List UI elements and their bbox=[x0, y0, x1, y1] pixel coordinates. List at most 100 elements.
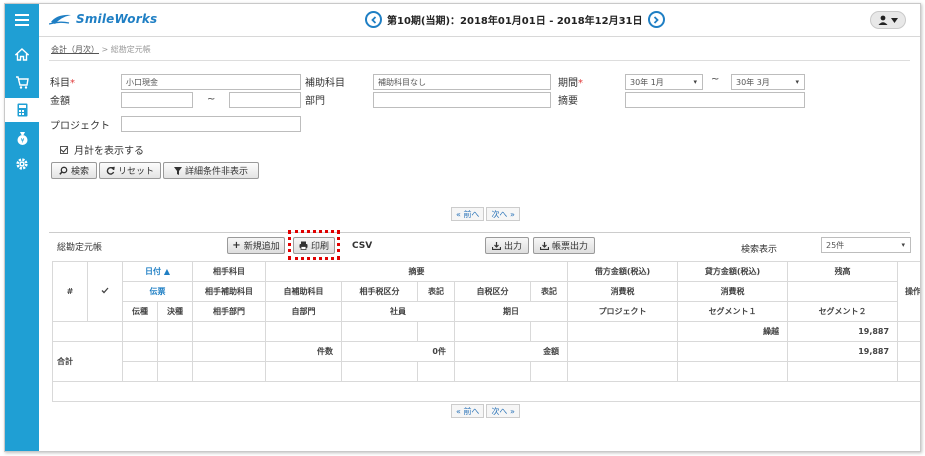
header-segment1: セグメント１ bbox=[677, 301, 789, 322]
next-page-button[interactable]: 次へ » bbox=[486, 207, 520, 221]
breadcrumb: 会計（月次） > 総勘定元帳 bbox=[51, 44, 151, 55]
period-to-select[interactable]: 30年 3月 ▾ bbox=[731, 74, 805, 90]
divider bbox=[49, 60, 910, 61]
csv-label: CSV bbox=[352, 241, 373, 251]
dept-input[interactable] bbox=[373, 92, 551, 108]
total-value: 19,887 bbox=[787, 341, 899, 362]
caret-down-icon: ▾ bbox=[693, 78, 697, 86]
header-date[interactable]: 日付 ▲ bbox=[122, 261, 193, 282]
search-icon bbox=[59, 166, 68, 175]
logo-text: SmileWorks bbox=[76, 12, 158, 26]
ledger-title: 総勘定元帳 bbox=[57, 243, 103, 253]
header-counter-dept: 相手部門 bbox=[192, 301, 266, 322]
app-window: ¥ SmileWorks 第10期(当期)：2018年01月01日 - 2018… bbox=[4, 3, 921, 452]
sidebar: ¥ bbox=[5, 4, 39, 451]
header-number: # bbox=[52, 261, 88, 322]
memo-label: 摘要 bbox=[558, 96, 578, 107]
prev-page-button[interactable]: « 前へ bbox=[451, 404, 485, 418]
chevron-left-icon bbox=[370, 15, 376, 24]
toggle-detail-button[interactable]: 詳細条件非表示 bbox=[163, 162, 259, 179]
chevron-right-icon bbox=[653, 15, 659, 24]
header-check[interactable] bbox=[87, 261, 123, 322]
next-period-button[interactable] bbox=[647, 11, 665, 28]
home-icon[interactable] bbox=[5, 42, 39, 66]
summary-row-carryover: 繰越 19,887 bbox=[52, 321, 920, 342]
amount-from-input[interactable] bbox=[121, 92, 193, 108]
logo[interactable]: SmileWorks bbox=[49, 12, 157, 26]
header-slip[interactable]: 伝票 bbox=[122, 281, 193, 302]
sub-account-label: 補助科目 bbox=[305, 78, 345, 89]
header-settle: 決種 bbox=[157, 301, 193, 322]
account-field[interactable]: 小口現金 bbox=[121, 74, 301, 90]
display-count-select[interactable]: 25件 ▾ bbox=[821, 237, 911, 253]
new-button[interactable]: + 新規追加 bbox=[227, 237, 285, 254]
monthly-total-label: 月計を表示する bbox=[74, 146, 144, 157]
ledger-table: # 日付 ▲ 相手科目 摘要 借方金額(税込) 貸方金額(税込) 残高 操作 伝… bbox=[51, 261, 921, 402]
header-partner: 社員 bbox=[341, 301, 455, 322]
period-tilde: ~ bbox=[711, 74, 720, 85]
project-input[interactable] bbox=[121, 116, 301, 132]
refresh-icon bbox=[106, 166, 115, 175]
money-bag-icon[interactable]: ¥ bbox=[5, 126, 39, 150]
header-notation: 表記 bbox=[529, 281, 569, 302]
header-own-tax: 自税区分 bbox=[454, 281, 531, 302]
header-balance: 残高 bbox=[787, 261, 899, 282]
header-own-dept: 自部門 bbox=[265, 301, 342, 322]
header-debit-tax: 消費税 bbox=[567, 281, 679, 302]
next-page-button[interactable]: 次へ » bbox=[486, 404, 520, 418]
prev-period-button[interactable] bbox=[365, 11, 382, 28]
pager-top: « 前へ 次へ » bbox=[451, 207, 520, 221]
caret-down-icon: ▾ bbox=[901, 241, 905, 249]
menu-icon[interactable] bbox=[5, 8, 39, 32]
sub-account-field[interactable]: 補助科目なし bbox=[373, 74, 551, 90]
period-from-select[interactable]: 30年 1月 ▾ bbox=[625, 74, 703, 90]
dept-label: 部門 bbox=[305, 96, 325, 107]
count-label: 件数 bbox=[265, 341, 342, 362]
period-title: 第10期(当期)：2018年01月01日 - 2018年12月31日 bbox=[387, 16, 643, 27]
header-counter-tax: 相手税区分 bbox=[341, 281, 418, 302]
monthly-total-checkbox[interactable] bbox=[60, 145, 68, 154]
header-segment2: セグメント２ bbox=[787, 301, 899, 322]
calculator-icon[interactable] bbox=[5, 98, 39, 122]
header-issue: 期日 bbox=[453, 301, 569, 322]
header-notation: 表記 bbox=[417, 281, 455, 302]
table-header-row: 伝票 相手補助科目 自補助科目 相手税区分 表記 自税区分 表記 消費税 消費税 bbox=[53, 281, 921, 302]
header-counter-account: 相手科目 bbox=[192, 261, 266, 282]
prev-page-button[interactable]: « 前へ bbox=[451, 207, 485, 221]
header-empty bbox=[787, 281, 899, 302]
period-selector: 第10期(当期)：2018年01月01日 - 2018年12月31日 bbox=[365, 11, 665, 28]
memo-input[interactable] bbox=[625, 92, 805, 108]
project-label: プロジェクト bbox=[50, 121, 110, 132]
header-project: プロジェクト bbox=[567, 301, 679, 322]
top-bar: SmileWorks 第10期(当期)：2018年01月01日 - 2018年1… bbox=[39, 4, 920, 37]
ledger-output-button[interactable]: 帳票出力 bbox=[533, 237, 595, 254]
monthly-total-checkbox-row[interactable]: 月計を表示する bbox=[60, 142, 144, 157]
download-icon bbox=[491, 241, 501, 250]
user-menu-button[interactable] bbox=[870, 11, 906, 29]
total-label: 合計 bbox=[52, 341, 123, 382]
amount-to-input[interactable] bbox=[229, 92, 301, 108]
cart-icon[interactable] bbox=[5, 70, 39, 94]
account-label: 科目* bbox=[50, 78, 75, 89]
header-counter-sub: 相手補助科目 bbox=[192, 281, 266, 302]
caret-down-icon bbox=[891, 17, 898, 23]
reset-button[interactable]: リセット bbox=[99, 162, 161, 179]
amount-label: 金額 bbox=[453, 341, 569, 362]
table-header-row: # 日付 ▲ 相手科目 摘要 借方金額(税込) 貸方金額(税込) 残高 操作 bbox=[52, 261, 920, 322]
header-credit: 貸方金額(税込) bbox=[677, 261, 789, 282]
logo-icon bbox=[49, 14, 71, 25]
header-debit: 借方金額(税込) bbox=[567, 261, 679, 282]
breadcrumb-current: 総勘定元帳 bbox=[110, 45, 151, 54]
breadcrumb-parent[interactable]: 会計（月次） bbox=[51, 45, 99, 54]
search-button[interactable]: 検索 bbox=[51, 162, 97, 179]
carryover-value: 19,887 bbox=[787, 321, 899, 342]
gear-icon[interactable] bbox=[5, 152, 39, 176]
output-button[interactable]: 出力 bbox=[485, 237, 529, 254]
header-summary: 摘要 bbox=[264, 261, 569, 282]
header-operations: 操作 bbox=[897, 261, 920, 322]
amount-tilde: ~ bbox=[207, 94, 216, 105]
display-count-label: 検索表示 bbox=[741, 245, 778, 255]
header-credit-tax: 消費税 bbox=[677, 281, 789, 302]
svg-text:¥: ¥ bbox=[20, 138, 24, 145]
plus-icon: + bbox=[232, 240, 241, 251]
